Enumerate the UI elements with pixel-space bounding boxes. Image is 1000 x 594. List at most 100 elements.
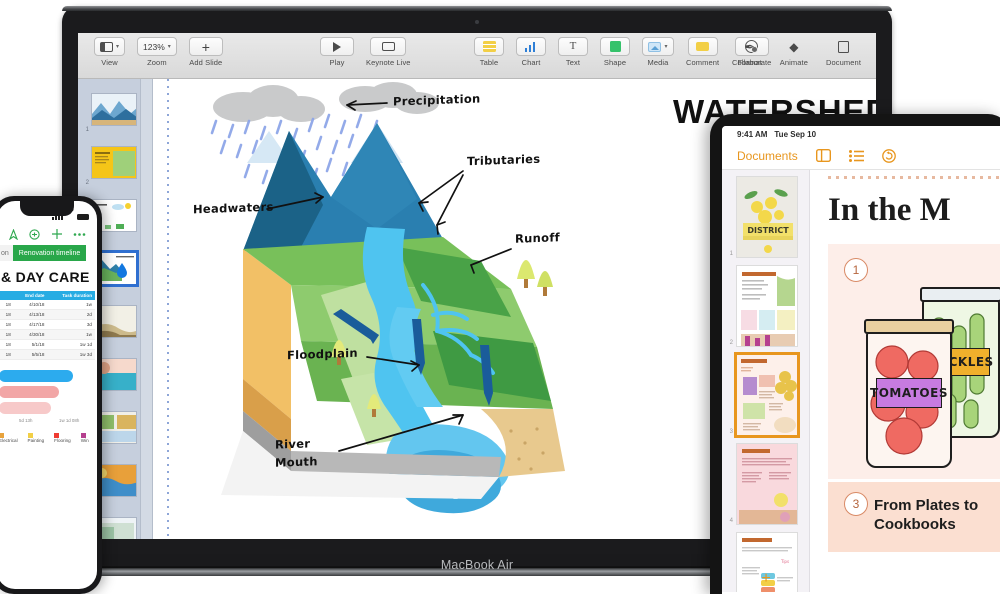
cell-duration[interactable]: 3d [47,319,95,330]
page-thumbnail-selected[interactable] [734,352,800,438]
cell-end-date[interactable]: 4/17/18 [13,319,48,330]
diagram-label-tributaries: Tributaries [467,151,541,169]
insert-chart-button[interactable]: Chart [510,37,552,67]
page-number: 4 [729,518,733,524]
cell-duration[interactable]: 1w 1d [47,339,95,350]
add-icon[interactable] [51,228,63,240]
add-slide-button-label: Add Slide [189,58,223,67]
slide-thumbnail[interactable] [91,93,137,126]
documents-back-button[interactable]: Documents [737,149,798,163]
alignment-guide [167,79,169,539]
cell-duration[interactable]: 2d [47,309,95,320]
column-header-end-date[interactable]: End date [13,291,48,300]
table-row[interactable]: 18 5/5/18 1w 3d [0,349,95,360]
gantt-bar[interactable] [0,386,59,398]
page-item-4[interactable]: 4 [722,443,809,525]
insert-comment-button[interactable]: Comment [680,37,725,67]
page-thumbnail[interactable] [736,443,798,525]
ipad-body: 9:41 AM Tue Sep 10 Documents 1 DISTRICT … [710,114,1000,594]
animate-button[interactable]: ◆ Animate [771,37,817,68]
sheet-tab-inactive[interactable]: on [0,245,13,261]
document-button[interactable]: Document [817,37,870,67]
undo-icon[interactable] [881,148,896,163]
page-item-2[interactable]: 2 [722,265,809,347]
table-row[interactable]: 18 5/1/18 1w 1d [0,339,95,350]
cell-duration[interactable]: 1w [47,300,95,310]
navigator-slide-1[interactable]: 1 [78,83,140,136]
page-navigator[interactable]: 1 DISTRICT 2 3 4 Tips + [722,170,810,592]
cell-start[interactable]: 18 [0,300,14,310]
play-button-label: Play [329,58,345,67]
zoom-button-label: Zoom [147,58,167,67]
insert-media-button[interactable]: ▾ Media [636,37,680,67]
tomatoes-jar: TOMATOES [864,319,954,468]
media-icon [648,41,662,52]
gantt-chart[interactable]: 5d 13h 1w 1d 08h Electrical Painting Flo… [0,360,97,446]
slide-thumbnail[interactable] [91,146,137,179]
iphone-device: on Renovation timeline & DAY CARE End da… [0,196,102,594]
table-row[interactable]: 18 4/30/18 1w [0,329,95,340]
insert-shape-button[interactable]: Shape [594,37,636,67]
insert-table-button[interactable]: Table [468,37,510,67]
page-item-3-selected[interactable]: 3 [722,352,809,438]
table-row[interactable]: 18 4/10/18 1w [0,300,95,310]
document-heading[interactable]: In the M [828,192,951,229]
cell-start[interactable]: 18 [0,339,14,350]
page-thumbnail[interactable] [736,265,798,347]
cell-end-date[interactable]: 5/1/18 [13,339,48,350]
sheet-tabs[interactable]: on Renovation timeline [0,245,97,261]
toolbar-right-group: ✒ Format ◆ Animate Document [728,37,870,68]
cell-end-date[interactable]: 5/5/18 [13,349,48,360]
sheet-heading[interactable]: & DAY CARE [0,261,97,291]
watershed-illustration[interactable]: Precipitation Tributaries Headwaters Run… [181,79,651,519]
iphone-notch [20,201,74,216]
gantt-bar[interactable] [0,402,51,414]
cell-start[interactable]: 18 [0,309,14,320]
cell-start[interactable]: 18 [0,319,14,330]
sidebar-icon[interactable] [815,149,831,162]
cell-start[interactable]: 18 [0,329,14,340]
more-icon[interactable] [73,232,86,237]
cell-duration[interactable]: 1w [47,329,95,340]
cell-duration[interactable]: 1w 3d [47,349,95,360]
sheet-tab-renovation-timeline[interactable]: Renovation timeline [12,245,87,261]
insert-icon[interactable] [29,228,41,240]
plus-icon: + [201,38,210,55]
navigator-slide-2[interactable]: 2 [78,136,140,189]
cell-end-date[interactable]: 4/10/18 [13,300,48,310]
page-thumbnail[interactable]: DISTRICT [736,176,798,258]
toolbar-left-group: ▾ View 123% ▾ Zoom + Add Slide [88,37,229,67]
format-button[interactable]: ✒ Format [728,37,770,68]
play-button[interactable]: Play [314,37,360,67]
column-header-blank[interactable] [0,291,14,300]
sheet-table-wrap[interactable]: End date Task duration 18 4/10/18 1w 18 … [0,291,97,360]
keynote-toolbar: ▾ View 123% ▾ Zoom + Add Slide Play Keyn… [78,33,876,79]
chevron-down-icon: ▾ [167,44,171,50]
pages-document[interactable]: In the M 1 PICKLES TOMATOES 3 From Plate… [810,170,1000,592]
zoom-button[interactable]: 123% ▾ Zoom [131,37,183,67]
insert-text-button[interactable]: T Text [552,37,594,67]
svg-text:Tips: Tips [780,559,789,564]
add-slide-button[interactable]: + Add Slide [183,37,229,67]
brush-icon[interactable] [8,228,19,240]
list-icon[interactable] [848,149,864,162]
gantt-bar[interactable] [0,370,73,382]
gantt-legend: Electrical Painting Flooring Win [0,430,97,446]
add-page-button[interactable]: + [722,570,809,588]
keynote-live-button[interactable]: Keynote Live [360,37,417,67]
insert-media-label: Media [647,58,669,67]
cell-end-date[interactable]: 4/30/18 [13,329,48,340]
navigator-resize-handle[interactable] [140,79,153,539]
table-row[interactable]: 18 4/17/18 3d [0,319,95,330]
page-item-1[interactable]: 1 DISTRICT [722,176,809,258]
document-section-1: 1 PICKLES TOMATOES [828,244,1000,479]
table-row[interactable]: 18 4/13/18 2d [0,309,95,320]
cell-start[interactable]: 18 [0,349,14,360]
cell-end-date[interactable]: 4/13/18 [13,309,48,320]
view-button[interactable]: ▾ View [88,37,131,67]
task-table[interactable]: End date Task duration 18 4/10/18 1w 18 … [0,291,95,360]
column-header-task-duration[interactable]: Task duration [47,291,95,300]
view-panel-icon [100,41,113,52]
watershed-svg [210,82,565,514]
document-icon [838,40,849,53]
